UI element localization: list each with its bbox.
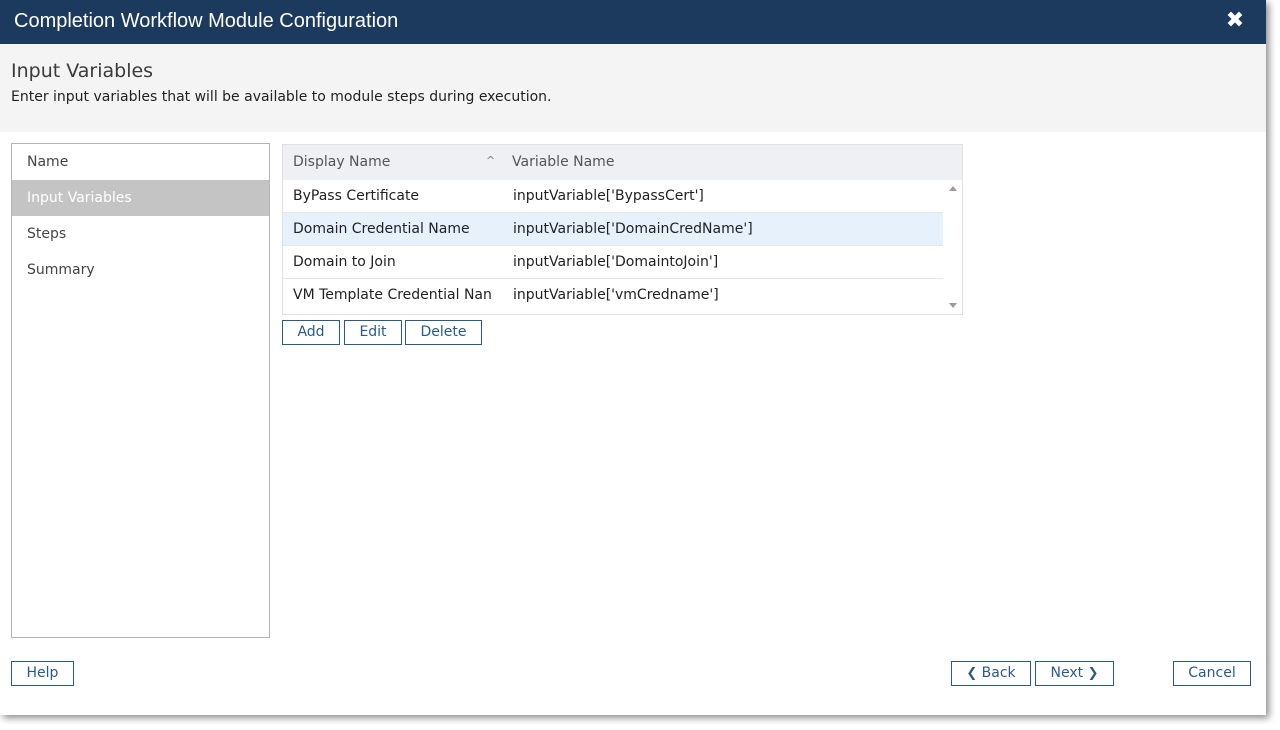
scroll-down-arrow-icon[interactable] [949,303,957,308]
add-button[interactable]: Add [282,320,340,345]
sidebar-item-summary[interactable]: Summary [12,252,269,288]
delete-button[interactable]: Delete [405,320,482,345]
cell-variable-name: inputVariable['BypassCert'] [513,188,704,204]
column-header-display-name[interactable]: Display Name [293,145,390,180]
sidebar-item-name[interactable]: Name [12,144,269,180]
table-row[interactable]: ByPass Certificate inputVariable['Bypass… [283,180,943,213]
cancel-button[interactable]: Cancel [1173,661,1251,686]
table-row[interactable]: Domain Credential Name inputVariable['Do… [283,213,943,246]
next-button-label: Next [1050,665,1084,681]
sidebar-item-steps[interactable]: Steps [12,216,269,252]
cell-variable-name: inputVariable['DomaintoJoin'] [513,254,719,270]
sidebar-item-label: Input Variables [27,190,132,206]
wizard-steps-nav: Name Input Variables Steps Summary [11,143,270,638]
next-button[interactable]: Next ❯ [1035,661,1114,686]
back-button[interactable]: ❮ Back [951,661,1031,686]
help-button[interactable]: Help [11,661,74,686]
cell-variable-name: inputVariable['vmCredname'] [513,287,719,303]
cell-variable-name: inputVariable['DomainCredName'] [513,221,753,237]
close-icon: ✖ [1225,8,1245,33]
page-header: Input Variables Enter input variables th… [0,44,1266,132]
edit-button[interactable]: Edit [344,320,402,345]
close-button[interactable]: ✖ [1224,9,1246,33]
page-title: Input Variables [11,60,154,82]
sidebar-item-label: Steps [27,226,67,242]
chevron-right-icon: ❯ [1087,666,1099,681]
sidebar-item-input-variables[interactable]: Input Variables [12,180,269,216]
table-row[interactable]: VM Template Credential Nan inputVariable… [283,279,943,312]
sidebar-item-label: Summary [27,262,95,278]
table-row[interactable]: Domain to Join inputVariable['DomaintoJo… [283,246,943,279]
page-subtitle: Enter input variables that will be avail… [11,89,552,105]
input-variables-grid: Display Name ^ Variable Name ByPass Cert… [282,144,963,315]
window-title: Completion Workflow Module Configuration [14,10,399,32]
grid-header: Display Name ^ Variable Name [283,145,962,180]
cell-display-name: ByPass Certificate [293,188,420,204]
cell-display-name: VM Template Credential Nan [293,287,492,303]
back-button-label: Back [981,665,1016,681]
cell-display-name: Domain to Join [293,254,396,270]
dialog-window: Completion Workflow Module Configuration… [0,0,1266,715]
sidebar-item-label: Name [27,154,69,170]
grid-scrollbar[interactable] [944,180,961,314]
scroll-up-arrow-icon[interactable] [949,186,957,191]
cell-display-name: Domain Credential Name [293,221,470,237]
sort-ascending-icon[interactable]: ^ [486,154,498,167]
title-bar: Completion Workflow Module Configuration… [0,0,1266,44]
column-header-variable-name[interactable]: Variable Name [512,145,614,180]
chevron-left-icon: ❮ [966,666,978,681]
